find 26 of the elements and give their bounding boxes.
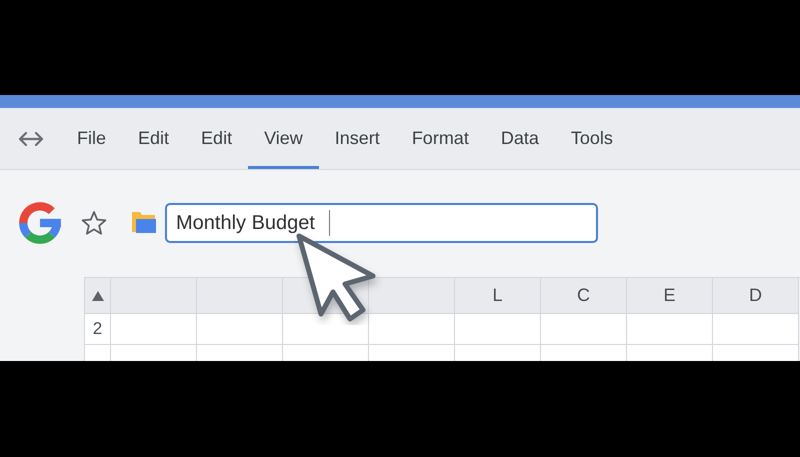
menu-tab[interactable]: Insert bbox=[318, 108, 396, 169]
column-header[interactable]: L bbox=[455, 278, 541, 314]
table-cell[interactable] bbox=[369, 314, 455, 345]
row-header[interactable]: 2 bbox=[85, 314, 111, 345]
g-logo-icon bbox=[17, 200, 63, 246]
menu-tab[interactable]: Format bbox=[396, 108, 485, 169]
table-cell[interactable] bbox=[283, 314, 369, 345]
menu-tab[interactable]: File bbox=[61, 108, 122, 169]
triangle-icon bbox=[92, 290, 104, 300]
column-header[interactable]: C bbox=[541, 278, 627, 314]
table-cell[interactable] bbox=[541, 314, 627, 345]
column-header[interactable]: D bbox=[713, 278, 799, 314]
table-cell[interactable] bbox=[197, 314, 283, 345]
menu-tab[interactable]: Edit bbox=[122, 108, 186, 169]
table-cell[interactable] bbox=[627, 314, 713, 345]
menu-tab[interactable]: Tools bbox=[554, 108, 629, 169]
table-cell[interactable] bbox=[713, 314, 799, 345]
folder-icon[interactable] bbox=[131, 210, 157, 234]
column-header[interactable]: E bbox=[627, 278, 713, 314]
menu-tab[interactable]: Edit bbox=[185, 108, 248, 169]
select-all-corner[interactable] bbox=[85, 278, 111, 314]
table-cell[interactable] bbox=[455, 314, 541, 345]
table-cell[interactable] bbox=[111, 314, 197, 345]
star-icon[interactable] bbox=[81, 210, 107, 236]
title-field[interactable]: Monthly Budget bbox=[165, 203, 598, 243]
menu-tab[interactable]: Data bbox=[484, 108, 555, 169]
